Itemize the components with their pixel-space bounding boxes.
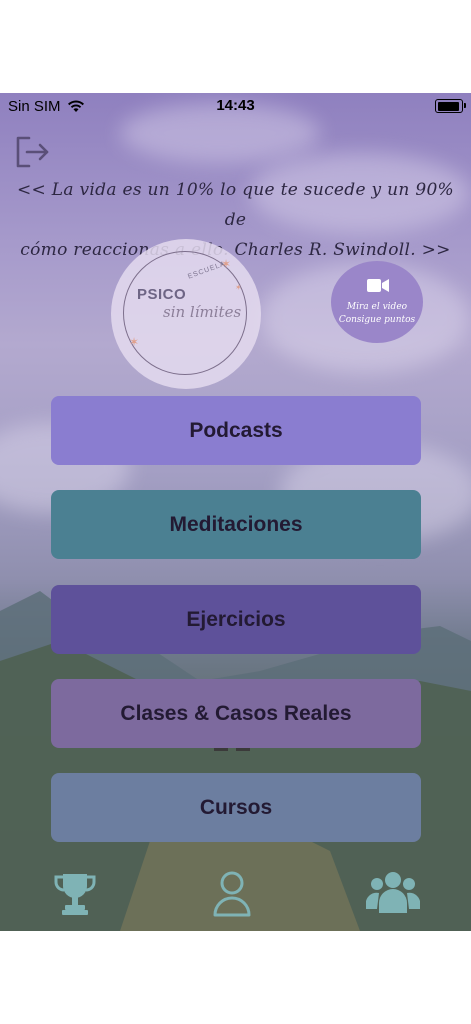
- group-icon[interactable]: [365, 868, 421, 918]
- ejercicios-button[interactable]: Ejercicios: [51, 585, 421, 654]
- video-line-1: Mira el video: [346, 302, 408, 312]
- meditaciones-button[interactable]: Meditaciones: [51, 490, 421, 559]
- trophy-icon[interactable]: [51, 870, 99, 918]
- podcasts-button[interactable]: Podcasts: [51, 396, 421, 465]
- logout-icon[interactable]: [14, 135, 52, 169]
- app-screen: Sin SIM 14:43 << La vida es un 10% lo qu…: [0, 93, 471, 931]
- star-icon: ✶: [235, 283, 242, 292]
- clases-casos-reales-button[interactable]: Clases & Casos Reales: [51, 679, 421, 748]
- video-button-text: Mira el video Consigue puntos: [331, 301, 423, 327]
- video-camera-icon: [367, 279, 389, 292]
- watch-video-button[interactable]: Mira el video Consigue puntos: [331, 261, 423, 343]
- star-icon: ✶: [129, 335, 140, 349]
- star-icon: ✶: [221, 257, 232, 271]
- cursos-button[interactable]: Cursos: [51, 773, 421, 842]
- user-icon[interactable]: [212, 868, 252, 918]
- video-line-2: Consigue puntos: [338, 315, 416, 325]
- school-logo: ESCUELA PSICO sin límites ✶ ✶ ✶: [111, 239, 261, 389]
- logo-psico-text: PSICO: [137, 286, 187, 303]
- status-time: 14:43: [216, 97, 255, 114]
- battery-icon: [435, 99, 466, 113]
- motivational-quote: << La vida es un 10% lo que te sucede y …: [10, 175, 461, 265]
- logo-sin-limites-text: sin límites: [163, 303, 242, 321]
- quote-line-1: << La vida es un 10% lo que te sucede y …: [16, 180, 455, 230]
- status-bar: Sin SIM 14:43: [0, 93, 471, 119]
